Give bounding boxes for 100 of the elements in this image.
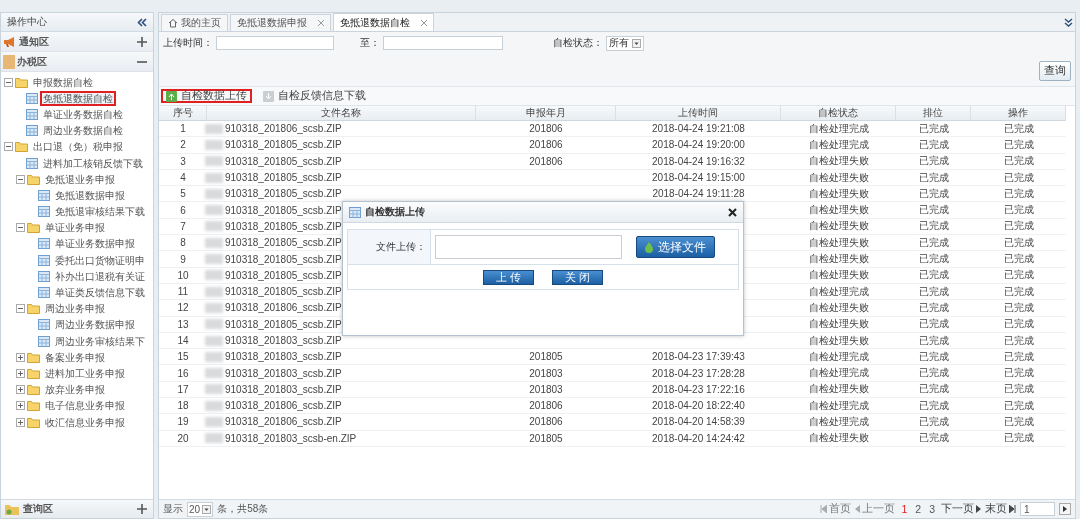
table-cell: 2018-04-20 14:24:42 bbox=[652, 432, 745, 444]
column-header[interactable]: 序号 bbox=[159, 106, 207, 121]
redaction-mark bbox=[205, 156, 223, 167]
table-cell: 已完成 bbox=[918, 203, 949, 218]
table-cell: 已完成 bbox=[1003, 349, 1034, 364]
collapse-icon[interactable] bbox=[16, 174, 25, 184]
tree-item[interactable]: 周边业务审核结果下 bbox=[52, 333, 148, 349]
last-page-link[interactable]: 末页 bbox=[985, 502, 1016, 516]
table-cell: 2018-04-20 14:58:39 bbox=[652, 416, 745, 428]
page-size-dropdown[interactable]: 20 bbox=[187, 501, 214, 517]
panel-title: 操作中心 bbox=[7, 15, 47, 29]
expand-icon[interactable] bbox=[16, 352, 25, 362]
tree-item[interactable]: 申报数据自检 bbox=[30, 74, 96, 90]
column-header[interactable]: 文件名称 bbox=[207, 106, 476, 121]
tab[interactable]: 免抵退数据申报 bbox=[230, 14, 331, 31]
tree-item[interactable]: 补办出口退税有关证 bbox=[52, 268, 148, 284]
table-cell: 已完成 bbox=[1003, 121, 1034, 136]
redaction-mark bbox=[205, 123, 223, 134]
tree-item[interactable]: 进料加工业务申报 bbox=[42, 365, 128, 381]
tree-item[interactable]: 进料加工核销反馈下载 bbox=[40, 155, 146, 171]
column-header[interactable]: 排位 bbox=[896, 106, 971, 121]
table-cell: 已完成 bbox=[1003, 415, 1034, 429]
column-header[interactable]: 操作 bbox=[971, 106, 1066, 121]
first-page-link[interactable]: 首页 bbox=[820, 502, 852, 516]
dialog-title: 自检数据上传 bbox=[365, 205, 425, 219]
dialog-button[interactable]: 上 传 bbox=[483, 269, 534, 285]
collapse-icon[interactable] bbox=[16, 304, 25, 314]
plus-icon[interactable] bbox=[137, 504, 147, 514]
choose-file-button[interactable]: 选择文件 bbox=[636, 236, 715, 258]
table-cell: 已完成 bbox=[918, 349, 949, 364]
page-link[interactable]: 2 bbox=[913, 503, 924, 515]
tree-item[interactable]: 免抵退审核结果下载 bbox=[52, 204, 148, 220]
toolbar-button[interactable]: 自检数据上传 bbox=[161, 89, 252, 103]
table-cell: 自检处理失败 bbox=[808, 235, 869, 250]
tree-item[interactable]: 周边业务数据自检 bbox=[40, 123, 126, 139]
go-icon[interactable] bbox=[1059, 503, 1071, 515]
tab[interactable]: 免抵退数据自检 bbox=[333, 13, 434, 31]
table-cell: 910318_201805_scsb.ZIP bbox=[225, 269, 342, 281]
tree-item[interactable]: 委托出口货物证明申 bbox=[52, 252, 148, 268]
tree-item[interactable]: 单证业务申报 bbox=[42, 220, 108, 236]
next-page-link[interactable]: 下一页 bbox=[941, 502, 981, 516]
tab[interactable]: 我的主页 bbox=[161, 14, 228, 31]
tree-item[interactable]: 备案业务申报 bbox=[42, 349, 108, 365]
tree-item[interactable]: 周边业务申报 bbox=[42, 301, 108, 317]
column-header[interactable]: 上传时间 bbox=[616, 106, 781, 121]
section-title[interactable]: 办税区 bbox=[17, 54, 47, 69]
table-cell: 2018-04-23 17:28:28 bbox=[652, 367, 745, 379]
drop-icon bbox=[645, 241, 653, 253]
table-cell: 已完成 bbox=[918, 317, 949, 332]
expand-icon[interactable] bbox=[16, 385, 25, 395]
tree-item[interactable]: 单证业务数据自检 bbox=[40, 106, 126, 122]
folder-icon bbox=[15, 76, 28, 88]
tree-item[interactable]: 免抵退数据申报 bbox=[52, 187, 128, 203]
expand-icon[interactable] bbox=[16, 401, 25, 411]
status-dropdown[interactable]: 所有 bbox=[606, 35, 644, 51]
table-icon bbox=[38, 319, 50, 331]
tree-item[interactable]: 单证业务数据申报 bbox=[52, 236, 138, 252]
table-cell: 7 bbox=[180, 220, 186, 232]
page-link[interactable]: 1 bbox=[899, 503, 910, 515]
query-button[interactable]: 查询 bbox=[1039, 61, 1071, 81]
expand-icon[interactable] bbox=[16, 368, 25, 378]
page-link[interactable]: 3 bbox=[927, 503, 937, 515]
table-cell: 已完成 bbox=[1003, 300, 1034, 315]
table-cell: 已完成 bbox=[1003, 366, 1034, 381]
tree-item[interactable]: 电子信息业务申报 bbox=[42, 398, 128, 414]
tree-item[interactable]: 放弃业务申报 bbox=[42, 382, 108, 398]
section-title[interactable]: 查询区 bbox=[23, 502, 53, 516]
plus-icon[interactable] bbox=[137, 36, 147, 47]
tree-item[interactable]: 免抵退数据自检 bbox=[40, 90, 116, 106]
collapse-icon[interactable] bbox=[4, 142, 13, 152]
collapse-icon[interactable] bbox=[4, 77, 13, 87]
tree-item[interactable]: 收汇信息业务申报 bbox=[42, 414, 128, 430]
file-path-field[interactable] bbox=[435, 235, 622, 259]
table-cell: 17 bbox=[177, 383, 189, 395]
table-cell: 2018-04-24 19:16:32 bbox=[652, 155, 745, 167]
page-number-field[interactable]: 1 bbox=[1020, 502, 1055, 516]
expand-icon[interactable] bbox=[16, 417, 25, 427]
toolbar-button[interactable]: 自检反馈信息下载 bbox=[258, 89, 371, 103]
tree-item[interactable]: 免抵退业务申报 bbox=[42, 171, 118, 187]
redaction-mark bbox=[205, 433, 223, 444]
section-title[interactable]: 通知区 bbox=[19, 34, 49, 49]
previous-page-link[interactable]: 上一页 bbox=[855, 502, 896, 516]
tree-item[interactable]: 出口退（免）税申报 bbox=[30, 139, 126, 155]
dialog-button[interactable]: 关 闭 bbox=[552, 269, 603, 285]
column-header[interactable]: 申报年月 bbox=[476, 106, 616, 121]
date-field[interactable] bbox=[216, 36, 334, 50]
tree-item[interactable]: 单证类反馈信息下载 bbox=[52, 285, 148, 301]
collapse-sidebar-icon[interactable] bbox=[137, 17, 147, 27]
table-cell: 已完成 bbox=[918, 284, 949, 299]
collapse-icon[interactable] bbox=[16, 223, 25, 233]
table-cell: 已完成 bbox=[918, 170, 949, 185]
date-field[interactable] bbox=[383, 36, 503, 50]
column-header[interactable]: 自检状态 bbox=[781, 106, 896, 121]
table-cell: 自检处理失败 bbox=[808, 300, 869, 315]
tree-item[interactable]: 周边业务数据申报 bbox=[52, 317, 138, 333]
field-label: 至： bbox=[360, 36, 380, 50]
redaction-mark bbox=[205, 335, 223, 346]
table-cell: 15 bbox=[177, 351, 189, 363]
more-tabs-icon[interactable] bbox=[1064, 17, 1073, 27]
close-icon[interactable] bbox=[728, 207, 737, 217]
